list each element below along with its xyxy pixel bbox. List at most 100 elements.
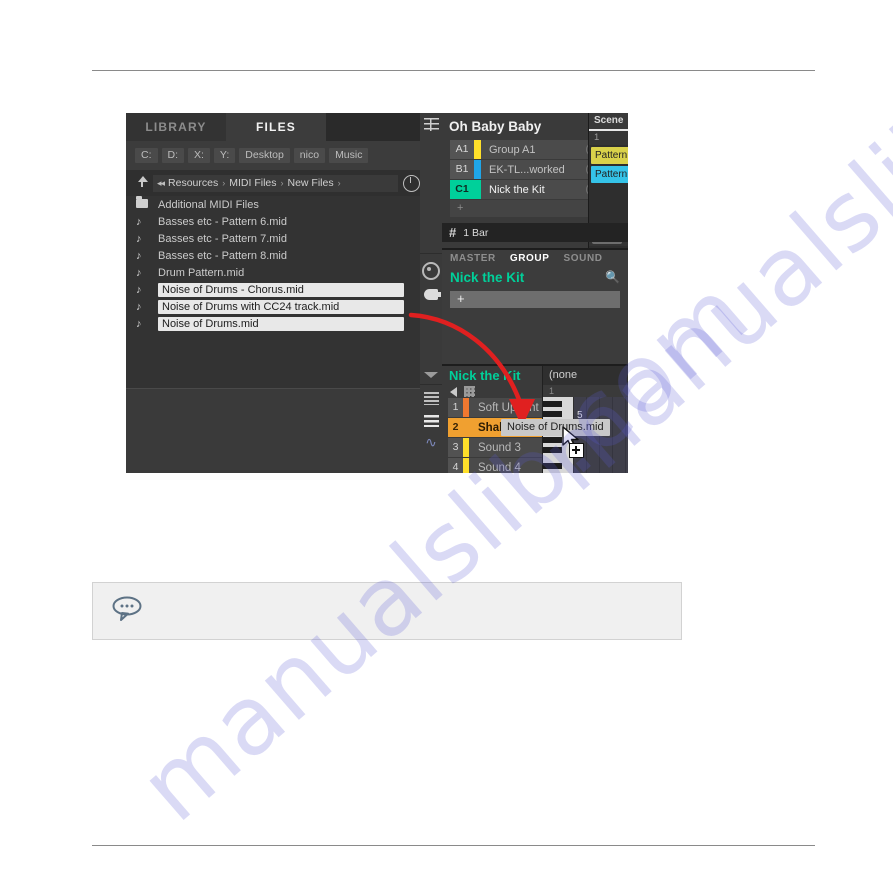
pattern-editor-subheader: 1 (543, 385, 628, 397)
file-name: Drum Pattern.mid (158, 266, 245, 279)
list-item[interactable]: Additional MIDI Files (126, 196, 420, 213)
tab-library[interactable]: LIBRARY (126, 113, 226, 141)
drag-tooltip: Noise of Drums.mid (501, 419, 610, 436)
tab-group[interactable]: GROUP (510, 253, 550, 264)
collapse-caret-icon[interactable] (424, 372, 438, 378)
breadcrumb-separator-icon: › (280, 178, 284, 188)
sound-number: 2 (448, 418, 463, 437)
folder-icon (136, 196, 158, 211)
plug-icon[interactable] (424, 289, 441, 300)
drive-shortcut-bar: C: D: X: Y: Desktop nico Music (126, 141, 420, 170)
tab-bar-filler (326, 113, 420, 141)
tab-sound[interactable]: SOUND (564, 253, 603, 264)
scene-header: Scene (589, 113, 628, 131)
up-arrow-icon[interactable] (134, 176, 148, 190)
file-name: Noise of Drums - Chorus.mid (158, 282, 404, 297)
pattern-editor-header: (none (549, 369, 578, 381)
plus-badge-icon (569, 443, 584, 458)
browser-empty-area (126, 388, 420, 473)
tab-master[interactable]: MASTER (450, 253, 496, 264)
previous-icon[interactable]: ◂◂ (157, 178, 165, 189)
drive-button-c[interactable]: C: (135, 148, 158, 163)
tab-files[interactable]: FILES (226, 113, 326, 141)
grid-hash-icon: # (449, 225, 457, 240)
group-name: Nick the Kit (489, 183, 545, 196)
mixer-icon[interactable] (423, 414, 439, 427)
page-title: Oh Baby Baby (449, 119, 542, 134)
breadcrumb: ◂◂ Resources › MIDI Files › New Files › (153, 174, 398, 192)
waveform-icon[interactable]: ∿ (424, 435, 439, 449)
list-item[interactable]: ♪ Basses etc - Pattern 6.mid (126, 213, 420, 230)
breadcrumb-separator-icon: › (337, 178, 341, 188)
pattern-clip[interactable]: Pattern (591, 166, 628, 183)
file-name: Basses etc - Pattern 7.mid (158, 232, 287, 245)
music-note-icon: ♪ (136, 232, 142, 245)
control-panel: MASTER GROUP SOUND Nick the Kit 🔍 + (442, 250, 628, 366)
list-item-selected[interactable]: ♪ Noise of Drums - Chorus.mid (126, 281, 420, 298)
list-lines-icon[interactable] (423, 392, 439, 405)
list-item-selected[interactable]: ♪ Noise of Drums.mid (126, 315, 420, 332)
plugin-slot-area (442, 308, 628, 358)
list-item[interactable]: ♪ Drum Pattern.mid (126, 264, 420, 281)
pattern-length-bar: # 1 Bar (442, 223, 628, 242)
music-note-icon: ♪ (136, 317, 142, 330)
drive-button-music[interactable]: Music (329, 148, 369, 163)
icon-group-sound: ∿ (420, 385, 442, 473)
page-header-rule (92, 70, 815, 71)
file-name: Additional MIDI Files (158, 198, 259, 211)
file-name: Basses etc - Pattern 6.mid (158, 215, 287, 228)
group-tag: A1 (450, 140, 474, 159)
add-plugin-slot-button[interactable]: + (450, 291, 620, 308)
sound-number: 4 (448, 458, 463, 473)
music-note-icon: ♪ (136, 266, 142, 279)
breadcrumb-item-resources[interactable]: Resources (168, 177, 218, 189)
file-name: Basses etc - Pattern 8.mid (158, 249, 287, 262)
group-name: EK-TL...worked (489, 163, 565, 176)
icon-group-arrange (420, 113, 442, 254)
arranger-icon-column: ∿ (420, 113, 442, 473)
control-tab-bar: MASTER GROUP SOUND (442, 250, 628, 266)
application-screenshot-figure: LIBRARY FILES C: D: X: Y: Desktop nico M… (126, 113, 628, 473)
icon-group-plugin (420, 254, 442, 385)
control-name-row: Nick the Kit 🔍 (442, 266, 628, 288)
group-tag: B1 (450, 160, 474, 179)
speech-bubble-tip-icon (112, 596, 142, 621)
group-name: Group A1 (489, 143, 536, 156)
group-color-bar (474, 140, 481, 159)
list-item-selected[interactable]: ♪ Noise of Drums with CC24 track.mid (126, 298, 420, 315)
pattern-clip[interactable]: Pattern (591, 147, 628, 164)
path-bar: ◂◂ Resources › MIDI Files › New Files › (126, 170, 420, 196)
pattern-length-label[interactable]: 1 Bar (463, 227, 488, 239)
group-color-bar (474, 180, 481, 199)
control-name: Nick the Kit (450, 269, 525, 285)
music-note-icon: ♪ (136, 249, 142, 262)
recent-clock-icon[interactable] (403, 174, 420, 192)
file-browser-panel: LIBRARY FILES C: D: X: Y: Desktop nico M… (126, 113, 420, 473)
music-note-icon: ♪ (136, 215, 142, 228)
tip-callout-box (92, 582, 682, 640)
file-name: Noise of Drums.mid (158, 316, 404, 331)
drive-button-desktop[interactable]: Desktop (239, 148, 290, 163)
file-list: Additional MIDI Files ♪ Basses etc - Pat… (126, 196, 420, 388)
arrange-grid-icon[interactable] (423, 118, 439, 131)
group-color-bar (474, 160, 481, 179)
music-note-icon: ♪ (136, 300, 142, 313)
magnifier-icon[interactable]: 🔍 (605, 270, 620, 284)
speaker-icon[interactable] (450, 386, 457, 397)
browser-tab-bar: LIBRARY FILES (126, 113, 420, 141)
sound-number: 1 (448, 398, 463, 417)
file-name: Noise of Drums with CC24 track.mid (158, 299, 404, 314)
group-tag: C1 (450, 180, 474, 199)
drive-button-d[interactable]: D: (161, 148, 184, 163)
list-item[interactable]: ♪ Basses etc - Pattern 8.mid (126, 247, 420, 264)
drive-button-y[interactable]: Y: (213, 148, 236, 163)
pad-grid-icon[interactable] (464, 386, 475, 397)
drive-button-nico[interactable]: nico (293, 148, 326, 163)
record-circle-icon[interactable] (422, 262, 440, 280)
scene-number[interactable]: 1 (589, 131, 628, 145)
list-item[interactable]: ♪ Basses etc - Pattern 7.mid (126, 230, 420, 247)
breadcrumb-item-new-files[interactable]: New Files (288, 177, 334, 189)
breadcrumb-item-midi-files[interactable]: MIDI Files (229, 177, 276, 189)
sound-number: 3 (448, 438, 463, 457)
drive-button-x[interactable]: X: (188, 148, 210, 163)
